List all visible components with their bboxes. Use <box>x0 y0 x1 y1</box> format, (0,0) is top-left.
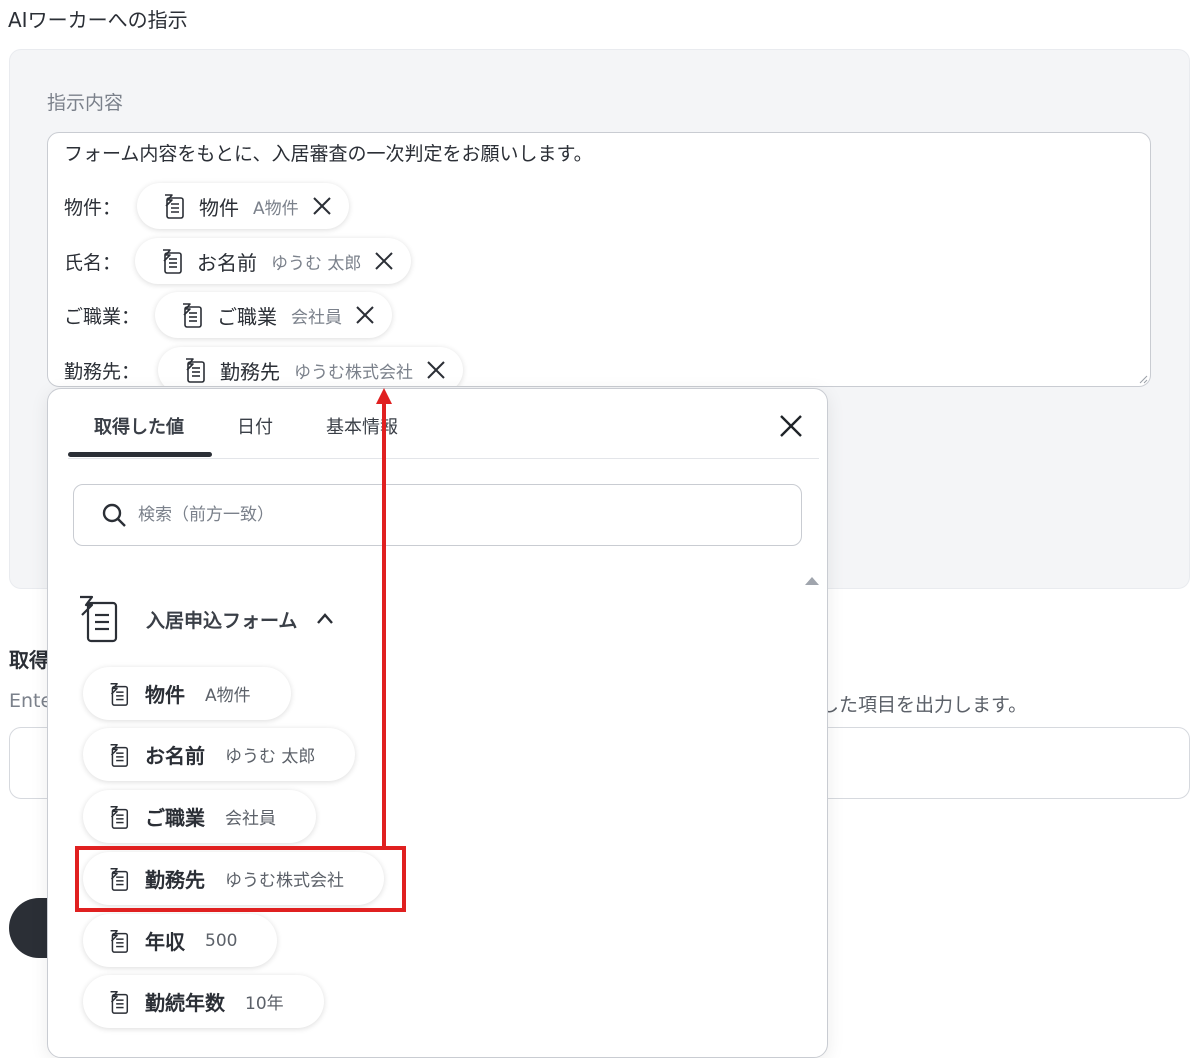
chip-value: ゆうむ株式会社 <box>294 362 413 383</box>
group-title: 入居申込フォーム <box>146 609 298 632</box>
section-title: AIワーカーへの指示 <box>8 8 188 32</box>
output-description: Ente <box>9 690 53 712</box>
remove-chip-icon[interactable] <box>423 357 449 383</box>
option-name: お名前 <box>145 744 205 768</box>
variable-option-tenure[interactable]: 勤続年数 10年 <box>83 975 324 1028</box>
form-icon <box>177 301 205 329</box>
row-label-name: 氏名： <box>64 252 122 274</box>
option-name: 年収 <box>145 930 185 954</box>
row-label-employer: 勤務先： <box>64 361 141 383</box>
option-value: 10年 <box>245 994 284 1014</box>
instruction-first-line: フォーム内容をもとに、入居審査の一次判定をお願いします。 <box>64 143 593 165</box>
chip-value: ゆうむ 太郎 <box>271 253 362 274</box>
active-tab-indicator <box>68 452 212 457</box>
tab-acquired-values[interactable]: 取得した値 <box>94 413 184 439</box>
annotation-arrow <box>376 388 392 848</box>
chip-name: 物件 <box>199 195 239 220</box>
option-value: 会社員 <box>225 809 276 829</box>
chip-value: A物件 <box>253 198 299 219</box>
variable-chip-employer[interactable]: 勤務先 ゆうむ株式会社 <box>158 347 463 386</box>
picker-tabs: 取得した値 日付 基本情報 <box>68 389 819 459</box>
form-icon <box>105 681 131 707</box>
variable-option-income[interactable]: 年収 500 <box>83 914 278 967</box>
instruction-field-label: 指示内容 <box>47 92 124 114</box>
option-value: 500 <box>205 930 238 951</box>
chip-name: お名前 <box>197 250 257 275</box>
instruction-textarea[interactable]: フォーム内容をもとに、入居審査の一次判定をお願いします。 物件： 物件 A物件 … <box>47 132 1151 387</box>
remove-chip-icon[interactable] <box>309 193 335 219</box>
form-icon <box>157 247 185 275</box>
form-icon <box>76 595 120 643</box>
chip-value: 会社員 <box>291 307 342 328</box>
form-icon <box>180 356 208 384</box>
variable-picker-popover: 取得した値 日付 基本情報 入居申込フォーム 物件 A物件 お名前 <box>47 388 828 1058</box>
chip-name: ご職業 <box>217 304 277 329</box>
chip-name: 勤務先 <box>220 359 280 384</box>
output-description-tail: した項目を出力します。 <box>820 694 1028 716</box>
scroll-up-arrow-icon[interactable] <box>804 574 820 588</box>
row-label-property: 物件： <box>64 197 122 219</box>
variable-chip-name[interactable]: お名前 ゆうむ 太郎 <box>135 238 412 284</box>
variable-chip-property[interactable]: 物件 A物件 <box>137 183 349 229</box>
option-value: ゆうむ 太郎 <box>225 747 316 767</box>
search-icon <box>100 501 128 529</box>
variable-option-name[interactable]: お名前 ゆうむ 太郎 <box>83 728 356 781</box>
variable-chip-occupation[interactable]: ご職業 会社員 <box>155 292 392 338</box>
close-icon[interactable] <box>776 411 806 441</box>
annotation-highlight-box <box>75 846 406 912</box>
form-icon <box>105 742 131 768</box>
form-icon <box>159 192 187 220</box>
chevron-up-icon[interactable] <box>315 609 335 629</box>
form-icon <box>105 804 131 830</box>
variable-option-property[interactable]: 物件 A物件 <box>83 667 291 720</box>
resize-handle-icon[interactable] <box>1138 374 1148 384</box>
option-name: 物件 <box>145 683 185 707</box>
tab-date[interactable]: 日付 <box>237 413 273 439</box>
variable-option-occupation[interactable]: ご職業 会社員 <box>83 790 316 843</box>
search-box[interactable] <box>73 484 802 546</box>
output-section-label: 取得 <box>9 648 49 672</box>
remove-chip-icon[interactable] <box>371 248 397 274</box>
row-label-occupation: ご職業： <box>64 306 141 328</box>
form-icon <box>105 989 131 1015</box>
option-name: 勤続年数 <box>145 991 225 1015</box>
form-icon <box>105 928 131 954</box>
remove-chip-icon[interactable] <box>352 302 378 328</box>
group-header-form[interactable]: 入居申込フォーム <box>76 594 335 644</box>
option-value: A物件 <box>205 686 251 706</box>
search-input[interactable] <box>136 504 696 526</box>
option-name: ご職業 <box>145 806 205 830</box>
